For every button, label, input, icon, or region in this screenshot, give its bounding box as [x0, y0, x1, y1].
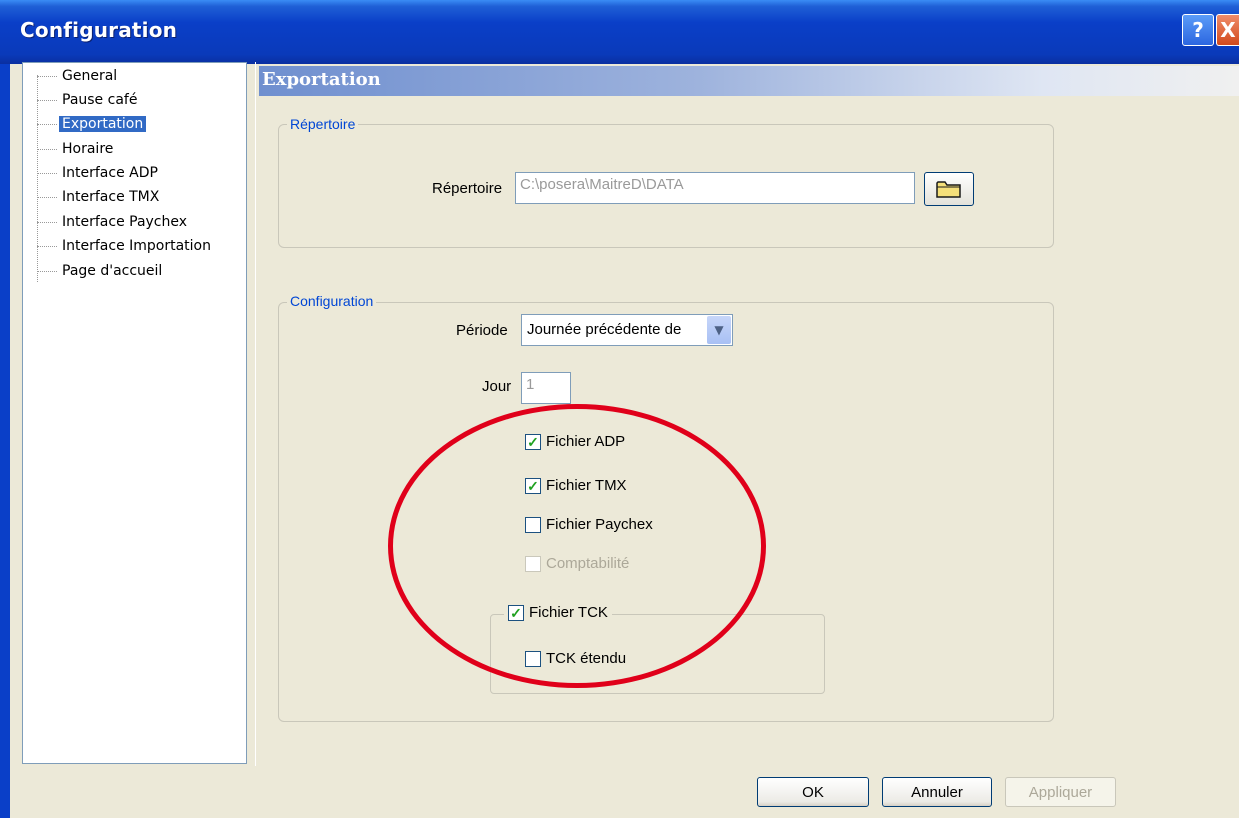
window-title: Configuration: [20, 18, 178, 42]
jour-input[interactable]: 1: [521, 372, 571, 404]
page-header: [259, 66, 1239, 96]
tree-item-label: General: [62, 68, 118, 84]
window-border: [0, 64, 10, 818]
tree-item-label: Exportation: [59, 116, 147, 132]
configuration-group-legend: Configuration: [287, 293, 377, 309]
jour-label: Jour: [482, 378, 512, 395]
cancel-button[interactable]: Annuler: [882, 777, 992, 807]
browse-button[interactable]: [924, 172, 974, 206]
tree-item-exportation[interactable]: Exportation: [37, 113, 147, 135]
close-button[interactable]: X: [1216, 14, 1239, 46]
repertoire-group-legend: Répertoire: [287, 116, 359, 132]
periode-label: Période: [456, 322, 508, 339]
apply-button: Appliquer: [1005, 777, 1116, 807]
annotation-ellipse: [388, 404, 766, 688]
periode-select[interactable]: Journée précédente de ▼: [521, 314, 733, 346]
tree-item-label: Pause café: [62, 92, 138, 108]
tree-item-interface-importation[interactable]: Interface Importation: [37, 235, 214, 257]
title-bar[interactable]: Configuration ? X: [0, 0, 1239, 64]
tree-item-label: Interface Importation: [62, 238, 211, 254]
tree-item-general[interactable]: General: [37, 65, 120, 87]
help-button[interactable]: ?: [1182, 14, 1214, 46]
tree-item-page-accueil[interactable]: Page d'accueil: [37, 260, 165, 282]
tree-item-interface-paychex[interactable]: Interface Paychex: [37, 211, 190, 233]
repertoire-label: Répertoire: [432, 180, 503, 197]
tree-item-label: Interface TMX: [62, 189, 160, 205]
help-icon: ?: [1192, 18, 1204, 42]
repertoire-input[interactable]: C:\posera\MaitreD\DATA: [515, 172, 915, 204]
tree-item-interface-adp[interactable]: Interface ADP: [37, 162, 161, 184]
periode-value: Journée précédente de: [527, 321, 682, 338]
folder-icon: [936, 181, 961, 198]
page-title: Exportation: [262, 69, 381, 90]
chevron-down-icon[interactable]: ▼: [707, 316, 731, 344]
tree-item-interface-tmx[interactable]: Interface TMX: [37, 186, 162, 208]
tree-item-label: Interface ADP: [62, 165, 158, 181]
settings-tree[interactable]: General Pause café Exportation Horaire I…: [22, 62, 247, 764]
tree-item-pause-cafe[interactable]: Pause café: [37, 89, 140, 111]
close-icon: X: [1220, 18, 1236, 42]
tree-item-horaire[interactable]: Horaire: [37, 138, 116, 160]
tree-item-label: Interface Paychex: [62, 214, 188, 230]
tree-item-label: Horaire: [62, 141, 114, 157]
tree-item-label: Page d'accueil: [62, 263, 163, 279]
ok-button[interactable]: OK: [757, 777, 869, 807]
